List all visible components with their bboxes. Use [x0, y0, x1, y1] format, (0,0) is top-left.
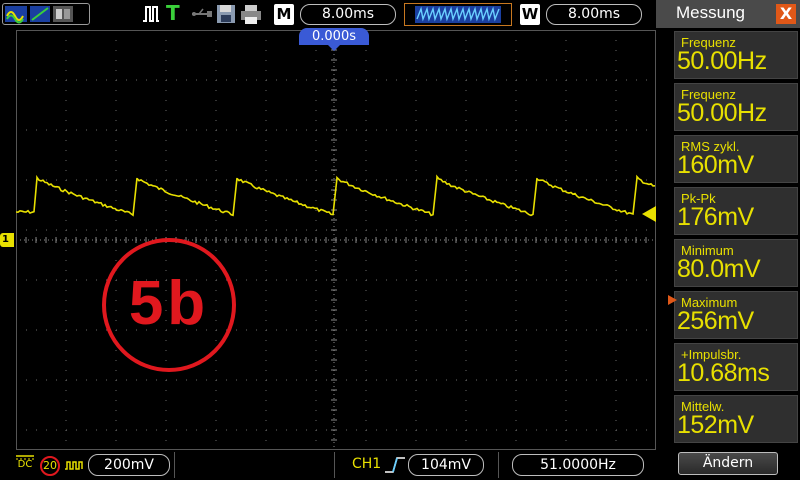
measurement-value: 256mV — [677, 307, 754, 335]
graticule — [16, 30, 656, 450]
separator — [334, 452, 335, 478]
frequency-counter: 51.0000Hz — [512, 454, 644, 476]
window-value[interactable]: 8.00ms — [546, 4, 642, 25]
measurement-item[interactable]: Mittelw. 152mV — [674, 395, 798, 443]
waveform-display — [16, 30, 656, 450]
trigger-type-letter[interactable]: T — [166, 1, 180, 25]
measurement-item[interactable]: +Impulsbr. 10.68ms — [674, 343, 798, 391]
measurement-value: 160mV — [677, 151, 754, 179]
volts-per-div[interactable]: 200mV — [88, 454, 170, 476]
channel-1-ground-marker[interactable]: 1 — [0, 233, 14, 247]
channel-1-label: 1 — [2, 234, 9, 245]
measurement-value: 176mV — [677, 203, 754, 231]
measurement-value: 10.68ms — [677, 359, 770, 387]
usb-icon — [192, 8, 212, 17]
measurement-item[interactable]: Minimum 80.0mV — [674, 239, 798, 287]
measurement-item[interactable]: Maximum 256mV — [674, 291, 798, 339]
trigger-position-arrow[interactable] — [328, 45, 340, 51]
status-bar: DC 20 200mV CH1 104mV 51.0000Hz — [0, 450, 656, 480]
rising-edge-icon[interactable] — [384, 456, 406, 474]
top-toolbar: T M 8.00ms W 8.00ms — [0, 0, 656, 28]
timebase-badge[interactable]: M — [274, 4, 294, 25]
timebase-value[interactable]: 8.00ms — [300, 4, 396, 25]
panel-title: Messung — [676, 3, 745, 22]
change-button[interactable]: Ändern — [678, 452, 778, 475]
bandwidth-limit-indicator[interactable]: 20 — [40, 456, 60, 476]
measurement-value: 152mV — [677, 411, 754, 439]
measurement-value: 50.00Hz — [677, 99, 767, 127]
coupling-label: DC — [17, 459, 33, 470]
measurement-panel: Messung X Frequenz 50.00Hz Frequenz 50.00Hz… — [656, 0, 800, 480]
trigger-time-marker[interactable]: 0.000s — [299, 28, 369, 45]
memory-window-preview[interactable] — [404, 3, 512, 26]
trigger-level-value[interactable]: 104mV — [408, 454, 484, 476]
separator — [498, 452, 499, 478]
close-button[interactable]: X — [776, 4, 796, 24]
window-badge[interactable]: W — [520, 4, 540, 25]
stamp-label: 5b — [102, 238, 236, 372]
printer-icon[interactable] — [240, 3, 262, 25]
panel-header: Messung X — [656, 0, 800, 28]
measurement-item[interactable]: Pk-Pk 176mV — [674, 187, 798, 235]
trigger-source[interactable]: CH1 — [352, 456, 381, 472]
acquisition-mode-icon[interactable] — [64, 458, 84, 472]
trigger-mode-icon[interactable] — [142, 3, 160, 25]
measurement-value: 80.0mV — [677, 255, 761, 283]
coupling-indicator[interactable]: DC — [15, 454, 35, 474]
floppy-disk-icon[interactable] — [216, 3, 236, 25]
selection-arrow-icon — [668, 295, 677, 305]
measurement-item[interactable]: RMS zykl. 160mV — [674, 135, 798, 183]
measurement-item[interactable]: Frequenz 50.00Hz — [674, 31, 798, 79]
trigger-level-marker[interactable] — [642, 206, 656, 222]
separator — [174, 452, 175, 478]
measurement-item[interactable]: Frequenz 50.00Hz — [674, 83, 798, 131]
mode-icons-group[interactable] — [2, 3, 90, 25]
measurement-value: 50.00Hz — [677, 47, 767, 75]
